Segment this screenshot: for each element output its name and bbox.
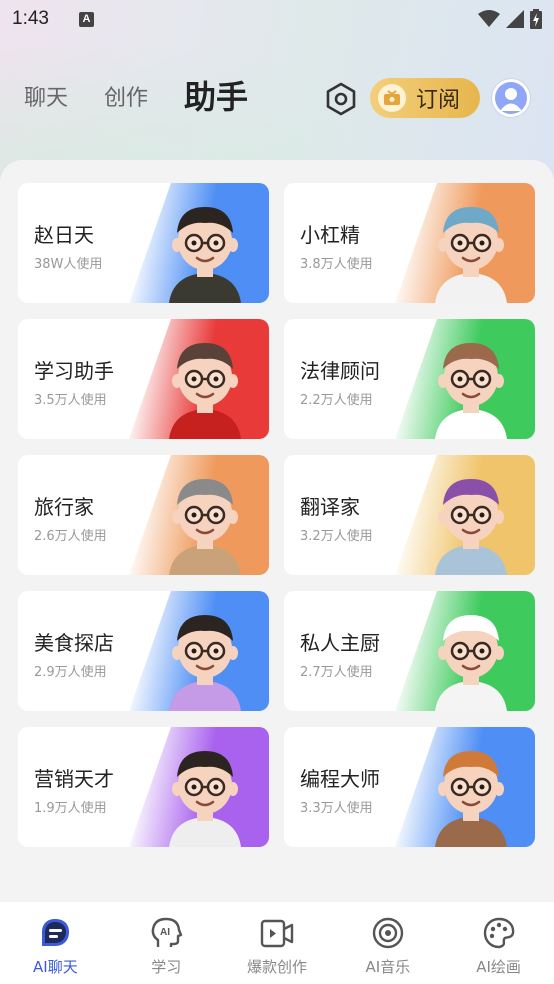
character-avatar-icon [169,751,241,847]
status-time: 1:43 [12,8,49,29]
header: 聊天 创作 助手 订阅 [0,68,554,128]
card-usage-count: 38W人使用 [34,257,103,272]
video-icon [259,915,295,951]
assistant-card[interactable]: 美食探店 2.9万人使用 [18,591,269,711]
profile-avatar-button[interactable] [491,78,531,118]
card-title: 小杠精 [300,223,360,247]
card-usage-count: 3.5万人使用 [34,393,107,408]
vip-gift-icon [384,90,400,105]
signal-icon [506,10,524,28]
nav-study-label: 学习 [151,958,182,976]
card-title: 赵日天 [34,223,94,247]
notification-icon: A [78,11,94,27]
card-title: 美食探店 [34,631,114,655]
card-usage-count: 3.2万人使用 [300,529,373,544]
nav-viral-create-label: 爆款创作 [246,958,307,976]
battery-icon [530,9,542,29]
card-title: 法律顾问 [300,359,380,383]
assistant-card[interactable]: 营销天才 1.9万人使用 [18,727,269,847]
nav-ai-chat-label: AI聊天 [33,958,78,976]
card-usage-count: 2.7万人使用 [300,665,373,680]
assistant-card[interactable]: 旅行家 2.6万人使用 [18,455,269,575]
assistant-card[interactable]: 编程大师 3.3万人使用 [284,727,535,847]
settings-button[interactable] [324,82,358,116]
music-disc-icon [370,915,406,951]
card-usage-count: 1.9万人使用 [34,801,107,816]
nav-ai-music[interactable]: AI音乐 [332,902,443,984]
assistant-card[interactable]: 翻译家 3.2万人使用 [284,455,535,575]
card-usage-count: 3.3万人使用 [300,801,373,816]
subscribe-label: 订阅 [416,88,461,113]
assistant-card[interactable]: 学习助手 3.5万人使用 [18,319,269,439]
subscribe-button[interactable]: 订阅 [370,78,480,118]
assistant-card[interactable]: 小杠精 3.8万人使用 [284,183,535,303]
settings-hexagon-icon [326,82,356,116]
nav-study[interactable]: AI 学习 [111,902,222,984]
card-usage-count: 2.2万人使用 [300,393,373,408]
card-title: 旅行家 [34,495,94,519]
nav-ai-paint[interactable]: AI绘画 [443,902,554,984]
card-title: 编程大师 [300,767,380,791]
ai-head-icon: AI [148,915,184,951]
card-title: 学习助手 [34,359,114,383]
tab-chat[interactable]: 聊天 [24,80,68,112]
card-usage-count: 3.8万人使用 [300,257,373,272]
character-avatar-icon [169,615,241,711]
subscribe-icon-wrap [378,84,406,112]
character-avatar-icon [435,207,507,303]
character-avatar-icon [435,479,507,575]
card-usage-count: 2.6万人使用 [34,529,107,544]
card-title: 翻译家 [300,495,360,519]
chat-icon [37,915,73,951]
assistant-card[interactable]: 法律顾问 2.2万人使用 [284,319,535,439]
nav-ai-music-label: AI音乐 [365,958,411,976]
assistant-grid: 赵日天 38W人使用 小杠精 3.8万人使用学习助手 3.5万人使用 法律顾问 2.2万人使… [18,183,535,847]
card-title: 营销天才 [34,767,114,791]
bottom-nav: AI聊天 AI 学习 爆款创作 AI音乐 AI绘画 [0,902,554,984]
palette-icon [481,915,517,951]
character-avatar-icon [435,343,507,439]
nav-ai-paint-label: AI绘画 [476,958,521,976]
tab-assistant[interactable]: 助手 [184,72,248,118]
svg-text:AI: AI [160,927,170,938]
character-avatar-icon [169,479,241,575]
character-avatar-icon [169,343,241,439]
character-avatar-icon [169,207,241,303]
character-avatar-icon [435,751,507,847]
character-avatar-icon [435,615,507,711]
tab-create[interactable]: 创作 [104,80,148,112]
status-bar: 1:43 A [0,0,554,38]
card-usage-count: 2.9万人使用 [34,665,107,680]
user-avatar-icon [495,82,527,114]
status-icons [478,9,542,29]
nav-viral-create[interactable]: 爆款创作 [222,902,333,984]
assistant-panel: 赵日天 38W人使用 小杠精 3.8万人使用学习助手 3.5万人使用 法律顾问 2.2万人使… [0,160,554,904]
nav-ai-chat[interactable]: AI聊天 [0,902,111,984]
card-title: 私人主厨 [300,631,380,655]
assistant-card[interactable]: 赵日天 38W人使用 [18,183,269,303]
wifi-icon [478,10,500,27]
assistant-card[interactable]: 私人主厨 2.7万人使用 [284,591,535,711]
